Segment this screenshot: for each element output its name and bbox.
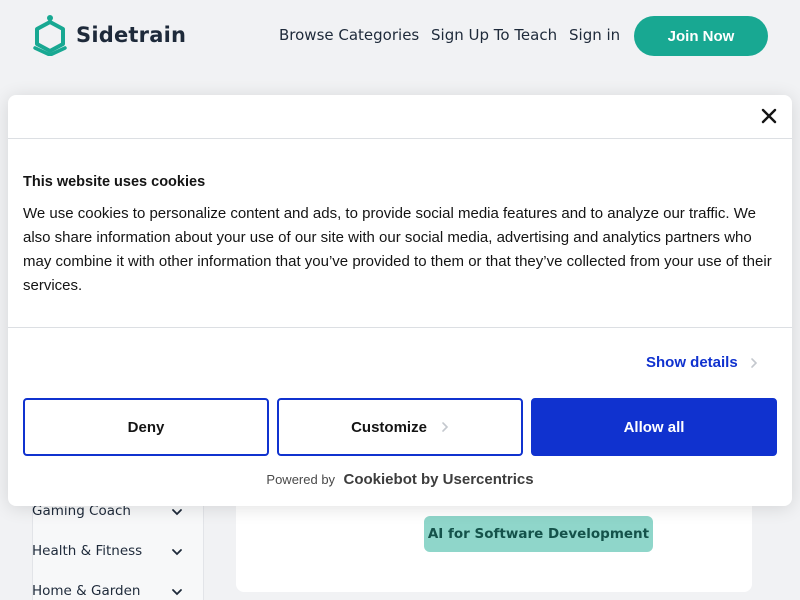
ai-software-development-tag[interactable]: AI for Software Development	[424, 516, 653, 552]
cookie-consent-dialog: This website uses cookies We use cookies…	[8, 95, 792, 506]
join-now-button[interactable]: Join Now	[634, 16, 768, 56]
sidebar-item-label: Home & Garden	[32, 583, 141, 599]
cookie-dialog-description: We use cookies to personalize content an…	[23, 205, 772, 294]
chevron-down-icon[interactable]	[170, 545, 184, 559]
show-details-link[interactable]: Show details	[646, 354, 758, 371]
brand-name: Sidetrain	[76, 23, 187, 47]
site-header: Sidetrain Browse Categories Sign Up To T…	[0, 0, 800, 72]
cookie-dialog-title: This website uses cookies	[23, 174, 206, 190]
cookiebot-brand[interactable]: Cookiebot by Usercentrics	[344, 471, 534, 488]
sidebar-item-health-fitness[interactable]: Health & Fitness	[32, 543, 182, 559]
nav-sign-up-to-teach[interactable]: Sign Up To Teach	[431, 26, 557, 44]
deny-button[interactable]: Deny	[23, 398, 269, 456]
allow-all-button[interactable]: Allow all	[531, 398, 777, 456]
hexagon-shield-logo-icon	[33, 15, 67, 56]
divider	[8, 138, 792, 139]
customize-button-label: Customize	[351, 418, 427, 436]
allow-all-button-label: Allow all	[623, 418, 685, 436]
nav-browse-categories[interactable]: Browse Categories	[279, 26, 419, 44]
nav-sign-in[interactable]: Sign in	[569, 26, 620, 44]
chevron-down-icon[interactable]	[170, 585, 184, 599]
powered-by-cookiebot: Powered by Cookiebot by Usercentrics	[8, 471, 792, 489]
chevron-right-icon	[442, 422, 449, 432]
chevron-down-icon[interactable]	[170, 505, 184, 519]
deny-button-label: Deny	[127, 418, 165, 436]
brand-logo[interactable]: Sidetrain	[32, 14, 186, 56]
show-details-label: Show details	[646, 354, 738, 371]
chevron-right-icon	[750, 357, 757, 368]
sidebar-item-label: Health & Fitness	[32, 543, 143, 559]
divider	[8, 327, 792, 328]
sidebar-item-home-garden[interactable]: Home & Garden	[32, 583, 182, 599]
customize-button[interactable]: Customize	[277, 398, 523, 456]
close-icon[interactable]	[760, 107, 778, 125]
powered-by-label: Powered by	[266, 472, 336, 487]
